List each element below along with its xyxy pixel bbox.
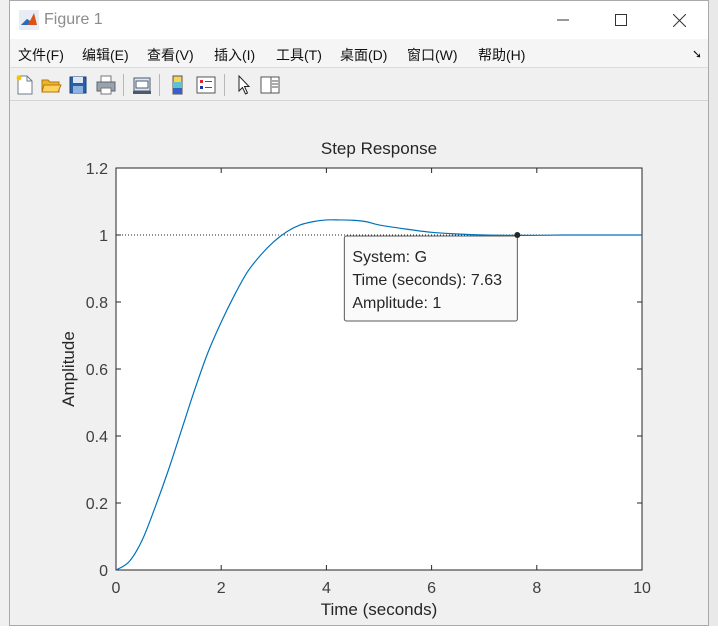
- edit-plot-arrow-icon[interactable]: [233, 74, 255, 96]
- minimize-icon: [557, 19, 569, 21]
- x-tick-label: 8: [532, 580, 541, 597]
- maximize-icon: [615, 14, 627, 26]
- x-tick-label: 10: [633, 580, 651, 597]
- background-desktop: [0, 626, 718, 636]
- new-figure-icon[interactable]: [14, 74, 36, 96]
- close-icon: [672, 13, 686, 27]
- x-tick-label: 6: [427, 580, 436, 597]
- x-tick-label: 4: [322, 580, 331, 597]
- y-tick-label: 1.2: [86, 161, 108, 178]
- datatip-marker[interactable]: [514, 232, 521, 238]
- y-tick-label: 0.8: [86, 295, 108, 312]
- y-tick-label: 0.6: [86, 362, 108, 379]
- toolbar-separator: [224, 74, 225, 96]
- legend-icon[interactable]: [195, 74, 217, 96]
- menu-desktop[interactable]: 桌面(D): [340, 45, 387, 65]
- y-tick-label: 0.4: [86, 429, 108, 446]
- x-tick-label: 0: [112, 580, 121, 597]
- x-axis-label: Time (seconds): [321, 600, 438, 619]
- menu-window[interactable]: 窗口(W): [407, 45, 458, 65]
- window-title: Figure 1: [44, 11, 103, 28]
- datatip-time-label: Time (seconds): 7.63: [352, 272, 502, 289]
- datatip[interactable]: System: G Time (seconds): 7.63 Amplitude…: [343, 232, 521, 322]
- menu-view[interactable]: 查看(V): [147, 45, 194, 65]
- chart-title: Step Response: [321, 139, 437, 158]
- menu-insert[interactable]: 插入(I): [214, 45, 255, 65]
- menu-bar: 文件(F) 编辑(E) 查看(V) 插入(I) 工具(T) 桌面(D) 窗口(W…: [10, 39, 708, 67]
- print-icon[interactable]: [95, 74, 117, 96]
- datatip-amplitude-label: Amplitude: 1: [352, 295, 441, 312]
- y-axis-label: Amplitude: [59, 331, 78, 407]
- close-button[interactable]: [656, 6, 702, 34]
- menu-tools[interactable]: 工具(T): [276, 45, 322, 65]
- menu-help[interactable]: 帮助(H): [478, 45, 525, 65]
- menu-file[interactable]: 文件(F): [18, 45, 64, 65]
- link-plot-icon[interactable]: [131, 74, 153, 96]
- matlab-logo-icon: [19, 10, 39, 30]
- y-tick-label: 0.2: [86, 496, 108, 513]
- save-icon[interactable]: [67, 74, 89, 96]
- x-tick-label: 2: [217, 580, 226, 597]
- property-editor-icon[interactable]: [259, 74, 281, 96]
- title-bar[interactable]: Figure 1: [10, 1, 708, 39]
- menu-overflow-icon[interactable]: ➘: [692, 47, 702, 61]
- toolbar-separator: [159, 74, 160, 96]
- toolbar-separator: [123, 74, 124, 96]
- colorbar-icon[interactable]: [167, 74, 189, 96]
- figure-window: Figure 1 文件(F) 编辑(E) 查看(V) 插入(I) 工具(T) 桌…: [9, 0, 709, 626]
- maximize-button[interactable]: [598, 6, 644, 34]
- menu-edit[interactable]: 编辑(E): [82, 45, 129, 65]
- datatip-system-label: System: G: [352, 249, 427, 266]
- minimize-button[interactable]: [540, 6, 586, 34]
- y-tick-label: 0: [99, 563, 108, 580]
- axes-box[interactable]: [115, 167, 643, 571]
- open-file-icon[interactable]: [40, 74, 62, 96]
- figure-canvas: 0 2 4 6 8 10 0 0.2 0.4 0.6 0.8 1 1.2 System: G Time …: [10, 101, 708, 625]
- step-response-chart[interactable]: 0 2 4 6 8 10 0 0.2 0.4 0.6 0.8 1 1.2 System: G Time …: [10, 101, 708, 625]
- figure-toolbar: [10, 67, 708, 101]
- y-tick-label: 1: [99, 228, 108, 245]
